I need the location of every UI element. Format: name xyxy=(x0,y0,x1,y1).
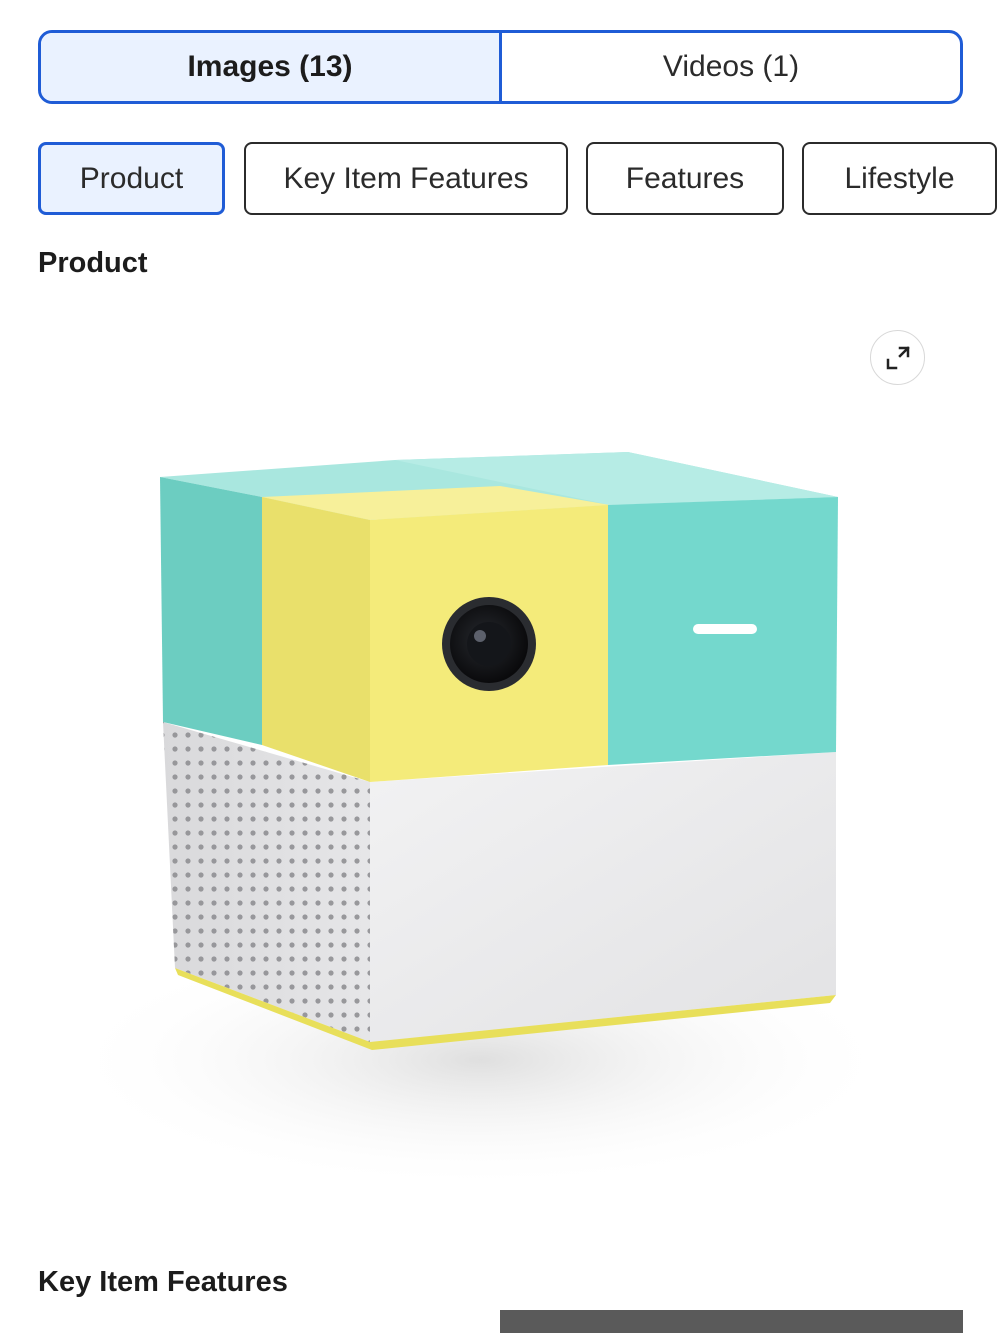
chip-product[interactable]: Product xyxy=(38,142,225,215)
teal-block-left xyxy=(160,477,262,745)
expand-icon xyxy=(886,345,910,369)
expand-button[interactable] xyxy=(870,330,925,385)
yellow-block-side xyxy=(262,497,370,782)
tab-images[interactable]: Images (13) xyxy=(41,33,502,101)
media-gallery-page: Images (13) Videos (1) Product Key Item … xyxy=(0,0,1000,1333)
media-type-switch: Images (13) Videos (1) xyxy=(38,30,963,104)
chip-key-item-features[interactable]: Key Item Features xyxy=(244,142,568,215)
base-front xyxy=(370,752,836,1042)
section-title-key-item-features: Key Item Features xyxy=(38,1266,288,1298)
projector-cube-image xyxy=(60,452,900,1190)
chip-features[interactable]: Features xyxy=(586,142,784,215)
section-title-product: Product xyxy=(38,247,148,279)
product-image[interactable] xyxy=(0,300,1000,1230)
chip-lifestyle[interactable]: Lifestyle xyxy=(802,142,997,215)
next-image-preview[interactable] xyxy=(500,1310,963,1333)
tab-videos[interactable]: Videos (1) xyxy=(502,33,960,101)
indicator-light xyxy=(693,624,757,634)
